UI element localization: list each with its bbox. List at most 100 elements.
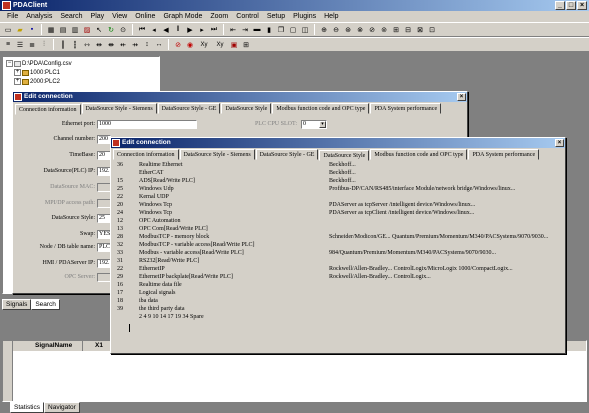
split-icon[interactable]: ◫ <box>300 25 310 35</box>
collapse-icon[interactable]: ⇼ <box>106 40 116 50</box>
maximize-button[interactable]: □ <box>566 1 576 10</box>
minimize-button[interactable]: _ <box>555 1 565 10</box>
menu-setup[interactable]: Setup <box>263 11 289 22</box>
menu-analysis[interactable]: Analysis <box>22 11 56 22</box>
step-forward-icon[interactable]: ⇥ <box>240 25 250 35</box>
menu-zoom[interactable]: Zoom <box>206 11 232 22</box>
tree-node-plc1[interactable]: +1000:PLC1 <box>14 69 60 77</box>
tab-connection-information[interactable]: Connection information <box>113 149 179 160</box>
range-icon[interactable]: ⇿ <box>82 40 92 50</box>
swap-select[interactable]: YES <box>97 230 111 239</box>
grid-icon[interactable]: ▦ <box>46 25 56 35</box>
expand-icon[interactable]: ⇹ <box>94 40 104 50</box>
align-center-icon[interactable]: ☰ <box>15 40 25 50</box>
tab-datasource-ge[interactable]: DataSource Style - GE <box>157 103 221 114</box>
step-back-icon[interactable]: ⇤ <box>228 25 238 35</box>
close-button[interactable]: × <box>577 1 587 10</box>
tab-statistics[interactable]: Statistics <box>10 402 45 413</box>
xy-alt-icon[interactable]: Xy <box>213 40 227 50</box>
scale-icon[interactable]: ↕ <box>142 40 152 50</box>
tile-horizontal-icon[interactable]: ▬ <box>252 25 262 35</box>
tab-modbus-opc[interactable]: Modbus function code and OPC type <box>272 103 370 114</box>
tree-root[interactable]: − D:\PDA\Config.csv <box>6 60 72 68</box>
timebase-input[interactable]: 20 <box>97 151 111 160</box>
measure-icon[interactable]: ⊟ <box>403 25 413 35</box>
menu-file[interactable]: File <box>3 11 22 22</box>
preview-icon[interactable]: ▥ <box>70 25 80 35</box>
stack-icon[interactable]: ⫶ <box>39 40 49 50</box>
hmi-server-ip-input[interactable]: 192. <box>97 259 111 268</box>
column-header-signalname[interactable]: SignalName <box>13 341 83 351</box>
tab-datasource-style[interactable]: DataSource Style <box>221 103 272 114</box>
zoom-out-icon[interactable]: ⊖ <box>331 25 341 35</box>
first-frame-icon[interactable]: ⏮ <box>137 25 147 35</box>
layout-icon[interactable]: ▣ <box>229 40 239 50</box>
marker-icon[interactable]: ⊠ <box>415 25 425 35</box>
tab-system-performance[interactable]: PDA System performance <box>468 149 540 160</box>
menu-plugins[interactable]: Plugins <box>289 11 320 22</box>
cursor-two-icon[interactable]: ┇ <box>70 40 80 50</box>
pan-left-icon[interactable]: ⇷ <box>118 40 128 50</box>
zoom-box-icon[interactable]: ⊞ <box>391 25 401 35</box>
target-icon[interactable]: ⊙ <box>118 25 128 35</box>
dialog-close-button[interactable]: × <box>555 139 564 147</box>
align-left-icon[interactable]: ≡ <box>3 40 13 50</box>
datasource-ip-input[interactable]: 192. <box>97 167 111 176</box>
expand-icon[interactable]: + <box>14 69 21 76</box>
zoom-reset-icon[interactable]: ⊚ <box>379 25 389 35</box>
datasource-style-input[interactable]: 25 <box>97 214 111 223</box>
ethernet-port-input[interactable]: 1000 <box>97 120 197 129</box>
prev-frame-icon[interactable]: ◂ <box>149 25 159 35</box>
menu-control[interactable]: Control <box>232 11 263 22</box>
collapse-icon[interactable]: − <box>6 60 13 67</box>
align-right-icon[interactable]: ≣ <box>27 40 37 50</box>
zoom-x-icon[interactable]: ⊗ <box>355 25 365 35</box>
cursor-icon[interactable]: ↖ <box>94 25 104 35</box>
menu-play[interactable]: Play <box>87 11 109 22</box>
zoom-fit-icon[interactable]: ⊛ <box>343 25 353 35</box>
channel-number-input[interactable]: 200 <box>97 135 111 144</box>
zoom-in-icon[interactable]: ⊕ <box>319 25 329 35</box>
print-icon[interactable]: ▤ <box>58 25 68 35</box>
new-file-icon[interactable]: ▭ <box>3 25 13 35</box>
tab-navigator[interactable]: Navigator <box>44 402 80 413</box>
tab-datasource-ge[interactable]: DataSource Style - GE <box>255 149 319 160</box>
play-back-icon[interactable]: ◀ <box>161 25 171 35</box>
menu-help[interactable]: Help <box>320 11 342 22</box>
menu-graph-mode[interactable]: Graph Mode <box>159 11 206 22</box>
tab-datasource-siemens[interactable]: DataSource Style - Siemens <box>81 103 157 114</box>
tile-icon[interactable]: ⊞ <box>241 40 251 50</box>
dialog-close-button[interactable]: × <box>457 93 466 101</box>
record-icon[interactable]: ◉ <box>185 40 195 50</box>
tab-datasource-siemens[interactable]: DataSource Style - Siemens <box>179 149 255 160</box>
settings-icon[interactable]: ⊡ <box>427 25 437 35</box>
next-frame-icon[interactable]: ▸ <box>197 25 207 35</box>
chart-icon[interactable]: ▨ <box>82 25 92 35</box>
tab-system-performance[interactable]: PDA System performance <box>370 103 442 114</box>
tree-node-plc2[interactable]: +2000:PLC2 <box>14 78 60 86</box>
last-frame-icon[interactable]: ⏭ <box>209 25 219 35</box>
chevron-down-icon[interactable]: ▾ <box>319 121 326 128</box>
tab-connection-information[interactable]: Connection information <box>15 104 81 115</box>
pan-right-icon[interactable]: ⇸ <box>130 40 140 50</box>
cursor-one-icon[interactable]: ┃ <box>58 40 68 50</box>
tile-vertical-icon[interactable]: ▮ <box>264 25 274 35</box>
play-icon[interactable]: ▶ <box>185 25 195 35</box>
tab-search[interactable]: Search <box>31 299 60 310</box>
menu-view[interactable]: View <box>108 11 131 22</box>
tab-modbus-opc[interactable]: Modbus function code and OPC type <box>370 149 468 160</box>
menu-search[interactable]: Search <box>56 11 86 22</box>
cascade-icon[interactable]: ❐ <box>276 25 286 35</box>
refresh-icon[interactable]: ↻ <box>106 25 116 35</box>
tab-datasource-style[interactable]: DataSource Style <box>319 150 370 161</box>
fit-width-icon[interactable]: ↔ <box>154 40 164 50</box>
tab-signals[interactable]: Signals <box>2 299 32 310</box>
stop-icon[interactable]: ⊘ <box>173 40 183 50</box>
zoom-y-icon[interactable]: ⊘ <box>367 25 377 35</box>
xy-icon[interactable]: Xy <box>197 40 211 50</box>
expand-icon[interactable]: + <box>14 78 21 85</box>
window-icon[interactable]: ▢ <box>288 25 298 35</box>
save-icon[interactable]: ▪ <box>27 25 37 35</box>
pause-icon[interactable]: ‖ <box>173 25 183 35</box>
open-folder-icon[interactable]: ▰ <box>15 25 25 35</box>
